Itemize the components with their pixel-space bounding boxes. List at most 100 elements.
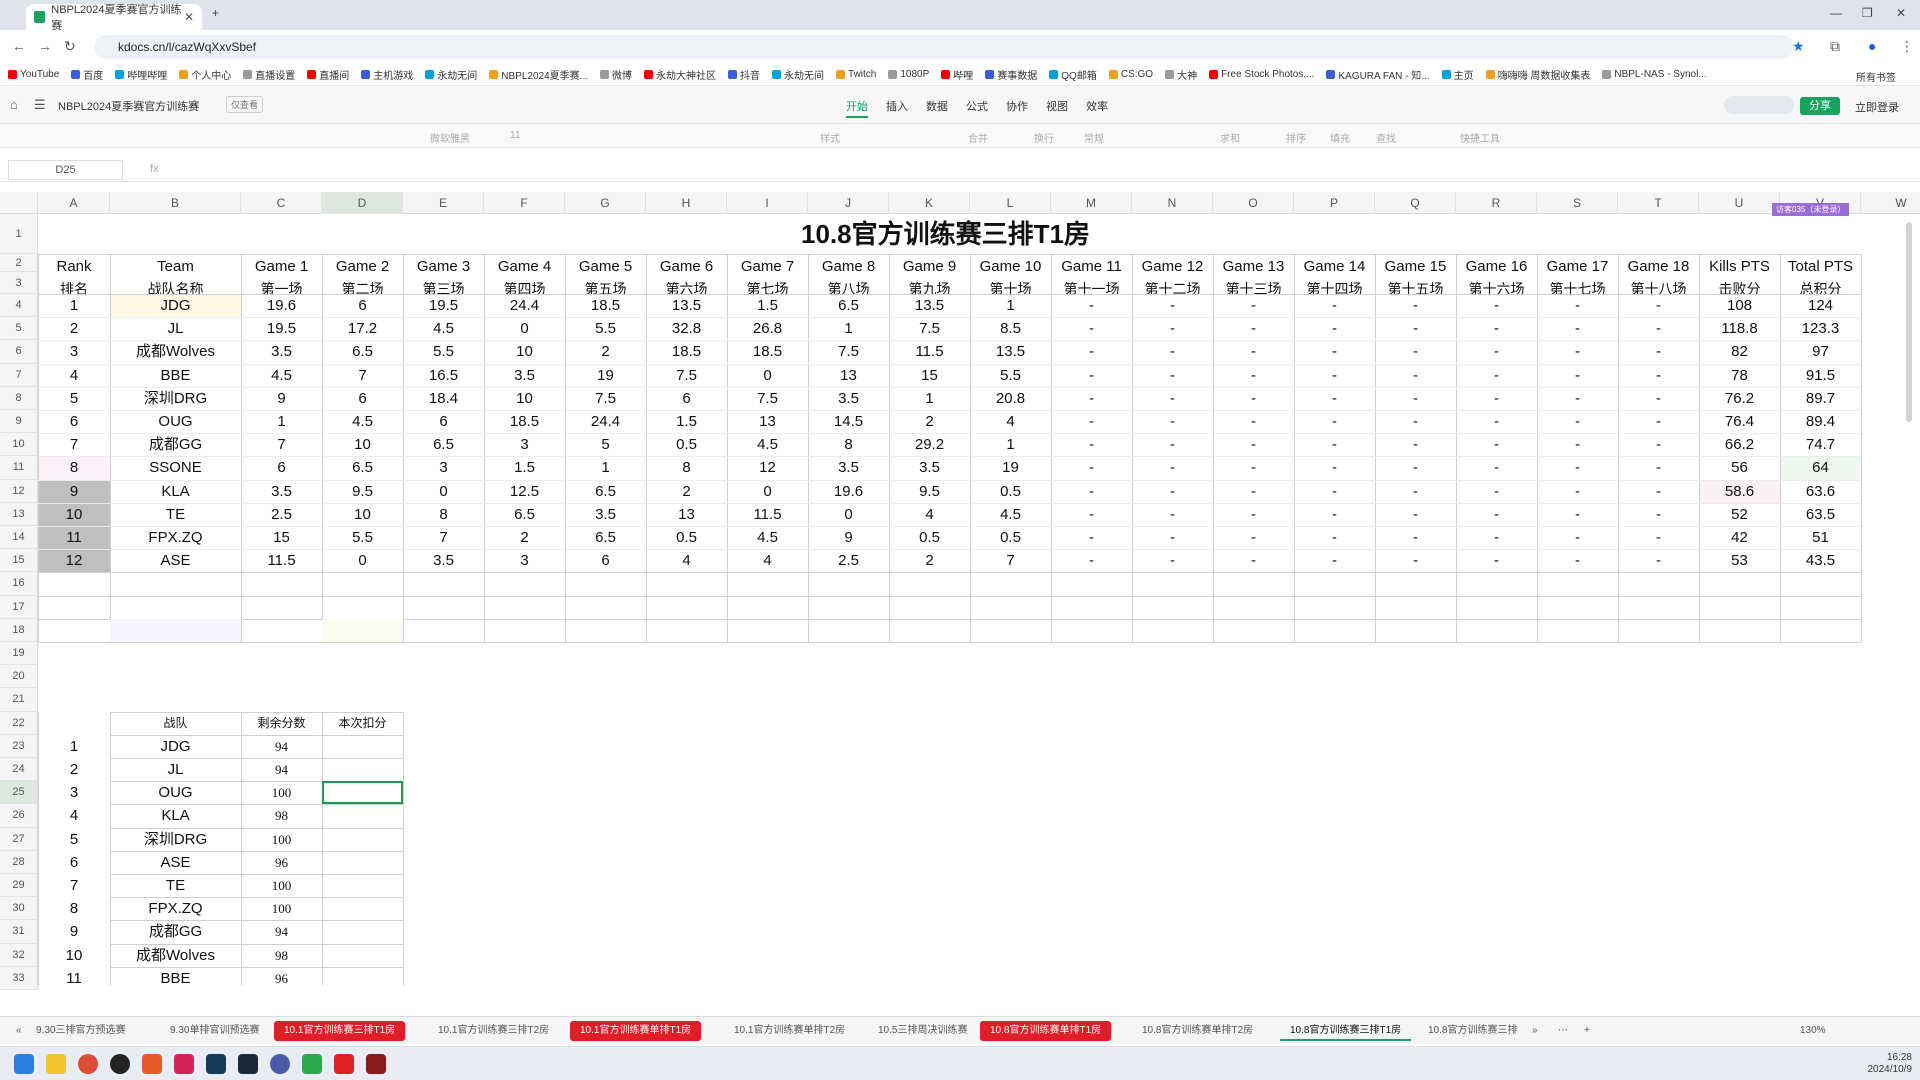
hamburger-menu-icon[interactable]: ☰ — [34, 97, 46, 113]
score-cell[interactable]: 32.8 — [646, 317, 727, 340]
score-cell[interactable]: - — [1213, 526, 1294, 549]
column-header[interactable]: D — [322, 192, 403, 214]
score-cell[interactable]: 2 — [889, 549, 970, 572]
sheet-tab[interactable]: 10.5三排周决训练赛 — [868, 1021, 977, 1041]
score-cell[interactable]: 7 — [241, 433, 322, 456]
deduction-cell[interactable] — [322, 874, 403, 897]
column-header[interactable]: L — [970, 192, 1051, 214]
score-cell[interactable]: - — [1618, 549, 1699, 572]
score-cell[interactable]: 63.6 — [1780, 480, 1861, 503]
score-cell[interactable]: - — [1456, 503, 1537, 526]
score-cell[interactable]: - — [1051, 317, 1132, 340]
bookmark-item[interactable]: Free Stock Photos,... — [1209, 69, 1314, 80]
score-cell[interactable]: - — [1294, 456, 1375, 479]
team-name-cell[interactable]: 成都GG — [110, 433, 241, 456]
bookmark-item[interactable]: 哔哩哔哩 — [115, 67, 167, 82]
score-cell[interactable]: - — [1456, 433, 1537, 456]
column-header[interactable]: U — [1699, 192, 1780, 214]
score-cell[interactable]: 43.5 — [1780, 549, 1861, 572]
score-cell[interactable]: 5.5 — [970, 364, 1051, 387]
bookmark-item[interactable]: 百度 — [71, 67, 103, 82]
team-name-cell[interactable]: KLA — [110, 480, 241, 503]
column-header[interactable]: E — [403, 192, 484, 214]
row-header[interactable]: 27 — [0, 827, 38, 851]
score-cell[interactable]: - — [1618, 340, 1699, 363]
remaining-points-cell[interactable]: 98 — [241, 804, 322, 827]
home-icon[interactable]: ⌂ — [10, 97, 18, 112]
browser-tab[interactable]: NBPL2024夏季赛官方训练赛 ✕ — [26, 4, 202, 32]
row-header[interactable]: 4 — [0, 294, 38, 318]
bookmark-item[interactable]: CS:GO — [1108, 69, 1153, 80]
profile-icon[interactable]: ● — [1868, 38, 1876, 54]
score-cell[interactable]: - — [1132, 456, 1213, 479]
score-cell[interactable]: - — [1051, 387, 1132, 410]
score-cell[interactable]: 13 — [646, 503, 727, 526]
score-cell[interactable]: 18.5 — [727, 340, 808, 363]
score-cell[interactable]: - — [1132, 410, 1213, 433]
sheet-tab[interactable]: 10.1官方训练赛三排T2房 — [428, 1021, 559, 1041]
score-cell[interactable]: 0.5 — [889, 526, 970, 549]
score-cell[interactable]: - — [1456, 387, 1537, 410]
name-box[interactable]: D25 — [8, 160, 123, 180]
rank-cell[interactable]: 2 — [38, 317, 110, 340]
row-header[interactable]: 15 — [0, 549, 38, 573]
rank-cell[interactable]: 10 — [38, 502, 110, 526]
score-cell[interactable]: - — [1375, 549, 1456, 572]
windows-start-icon[interactable] — [14, 1054, 34, 1074]
score-cell[interactable]: - — [1213, 387, 1294, 410]
toolbar-item[interactable]: 求和 — [1220, 130, 1240, 145]
score-cell[interactable]: 0.5 — [970, 480, 1051, 503]
column-header[interactable]: P — [1294, 192, 1375, 214]
score-cell[interactable]: 3.5 — [241, 340, 322, 363]
empty-cell[interactable] — [322, 618, 403, 642]
score-cell[interactable]: - — [1537, 410, 1618, 433]
remaining-points-cell[interactable]: 96 — [241, 851, 322, 874]
score-cell[interactable]: - — [1213, 317, 1294, 340]
remaining-points-cell[interactable]: 100 — [241, 897, 322, 920]
score-cell[interactable]: 6.5 — [403, 433, 484, 456]
score-cell[interactable]: 66.2 — [1699, 433, 1780, 456]
rank-cell[interactable]: 11 — [38, 967, 110, 990]
score-cell[interactable]: - — [1537, 549, 1618, 572]
team-name-cell[interactable]: 成都GG — [110, 920, 241, 943]
bookmark-item[interactable]: 个人中心 — [179, 67, 231, 82]
rank-cell[interactable]: 9 — [38, 920, 110, 943]
score-cell[interactable]: 1.5 — [484, 456, 565, 479]
score-cell[interactable]: 19 — [970, 456, 1051, 479]
score-cell[interactable]: - — [1456, 364, 1537, 387]
app-icon[interactable] — [110, 1054, 130, 1074]
score-cell[interactable]: 14.5 — [808, 410, 889, 433]
minimize-icon[interactable]: — — [1830, 6, 1842, 20]
row-header[interactable]: 20 — [0, 665, 38, 689]
score-cell[interactable]: - — [1456, 549, 1537, 572]
team-name-cell[interactable]: 成都Wolves — [110, 944, 241, 967]
rank-cell[interactable]: 11 — [38, 526, 110, 550]
score-cell[interactable]: 1.5 — [646, 410, 727, 433]
score-cell[interactable]: 18.5 — [646, 340, 727, 363]
remaining-points-cell[interactable]: 94 — [241, 920, 322, 943]
score-cell[interactable]: 63.5 — [1780, 503, 1861, 526]
score-cell[interactable]: 8.5 — [970, 317, 1051, 340]
score-cell[interactable]: - — [1456, 294, 1537, 317]
score-cell[interactable]: - — [1132, 503, 1213, 526]
sheet-tab[interactable]: 10.1官方训练赛单排T2房 — [724, 1021, 855, 1041]
score-cell[interactable]: 4.5 — [403, 317, 484, 340]
score-cell[interactable]: - — [1537, 480, 1618, 503]
score-cell[interactable]: 8 — [646, 456, 727, 479]
score-cell[interactable]: 12.5 — [484, 480, 565, 503]
remaining-points-cell[interactable]: 94 — [241, 758, 322, 781]
score-cell[interactable]: 15 — [889, 364, 970, 387]
sheet-tab[interactable]: 10.8官方训练赛三排T1房 — [1280, 1021, 1412, 1041]
score-cell[interactable]: - — [1375, 526, 1456, 549]
score-cell[interactable]: 6 — [403, 410, 484, 433]
score-cell[interactable]: 3.5 — [403, 549, 484, 572]
score-cell[interactable]: 16.5 — [403, 364, 484, 387]
score-cell[interactable]: 3.5 — [241, 480, 322, 503]
score-cell[interactable]: - — [1537, 364, 1618, 387]
score-cell[interactable]: 1 — [241, 410, 322, 433]
deduction-cell[interactable] — [322, 944, 403, 967]
row-header[interactable]: 33 — [0, 966, 38, 990]
score-cell[interactable]: 13.5 — [970, 340, 1051, 363]
score-cell[interactable]: 7 — [403, 526, 484, 549]
sub-table-header[interactable]: 剩余分数 — [241, 712, 322, 735]
